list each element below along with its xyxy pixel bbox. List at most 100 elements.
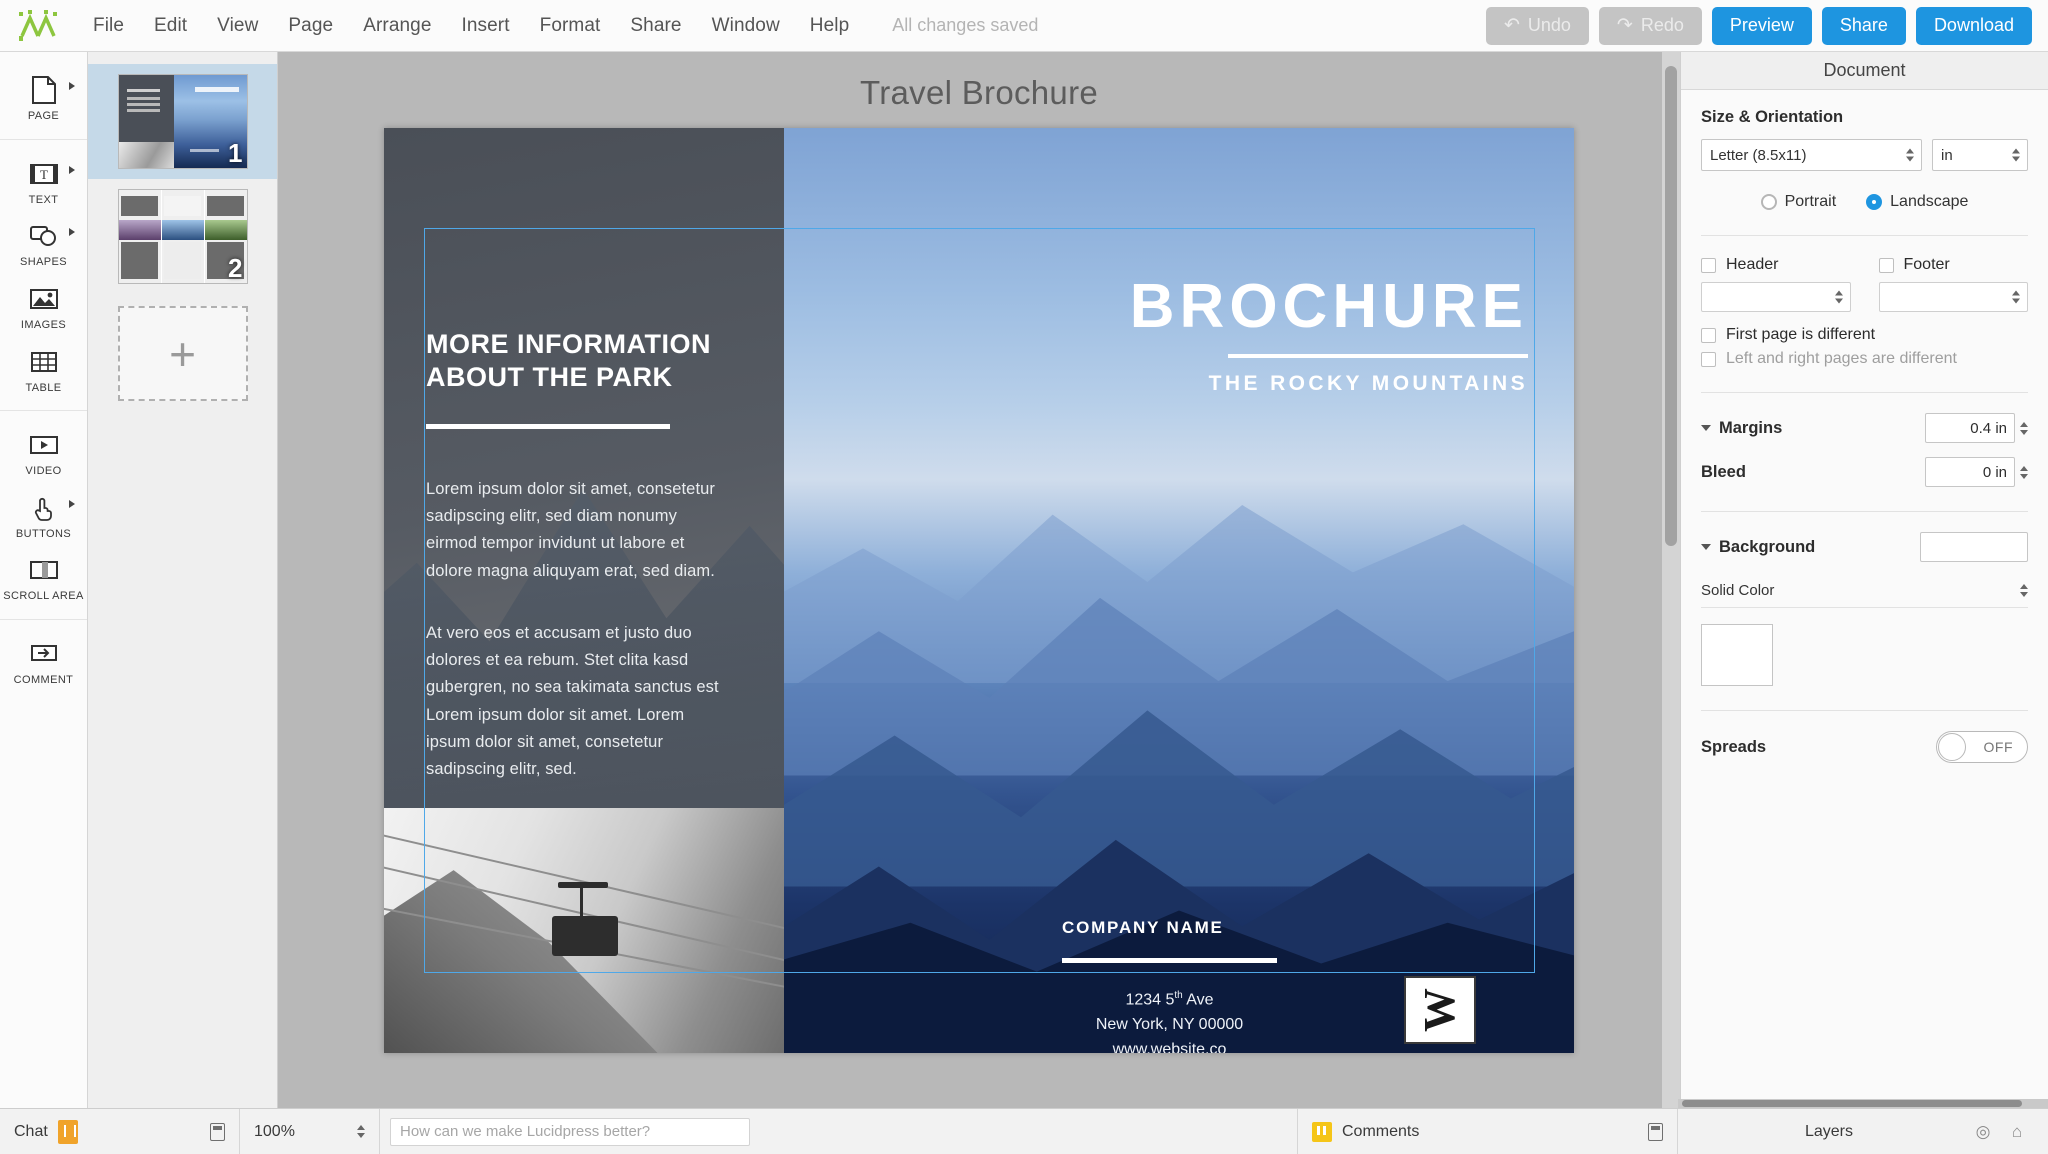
menu-edit[interactable]: Edit [139,9,202,43]
bleed-input[interactable]: 0 in [1925,457,2015,487]
bleed-stepper-icon[interactable] [2020,465,2028,479]
units-select[interactable]: in [1932,139,2028,171]
company-name-text[interactable]: COMPANY NAME [1062,918,1224,938]
company-address-block[interactable]: 1234 5th Ave New York, NY 00000 www.webs… [1062,988,1277,1053]
orientation-landscape-radio[interactable]: Landscape [1866,193,1968,211]
brochure-info-heading-line1: MORE INFORMATION [426,329,711,359]
margins-stepper-icon[interactable] [2020,421,2028,435]
comments-panel-toggle[interactable]: Comments [1298,1109,1678,1154]
footer-checkbox[interactable] [1878,257,1894,273]
chevron-right-icon [69,165,75,174]
redo-button[interactable]: ↷ Redo [1598,6,1702,45]
footer-checkbox-row[interactable]: Footer [1878,256,2029,274]
document-title[interactable]: Travel Brochure [860,74,1098,112]
tool-table[interactable]: TABLE [0,338,87,401]
save-status-text: All changes saved [892,15,1039,35]
svg-text:T: T [40,167,48,182]
canvas-horizontal-scrollbar[interactable] [1678,1099,2048,1108]
background-fill-type-select[interactable]: Solid Color [1701,576,2028,608]
brochure-info-heading[interactable]: MORE INFORMATION ABOUT THE PARK [426,328,711,394]
header-checkbox[interactable] [1701,257,1716,273]
footer-size-field[interactable] [1878,282,2028,312]
lock-icon[interactable]: ⌂ [2000,1122,2034,1142]
tool-text[interactable]: T TEXT [0,150,87,213]
horizontal-scrollbar-thumb[interactable] [1682,1100,2023,1107]
left-right-different-label: Left and right pages are different [1726,350,1957,367]
undo-button[interactable]: ↶ Undo [1485,6,1589,45]
layers-panel-bar[interactable]: Layers ◎ ⌂ [1678,1099,2048,1154]
chevron-right-icon [69,228,75,237]
brochure-cover-panel[interactable]: BROCHURE THE ROCKY MOUNTAINS COMPANY NAM… [784,128,1574,1053]
menu-arrange[interactable]: Arrange [348,9,446,43]
menu-view[interactable]: View [202,9,273,43]
brochure-paragraph-2[interactable]: At vero eos et accusam et justo duo dolo… [426,620,731,783]
comments-icon [1312,1121,1332,1142]
margins-accordion-toggle[interactable]: Margins [1701,419,1782,438]
tool-scroll-area[interactable]: SCROLL AREA [0,546,87,609]
menu-window[interactable]: Window [697,9,795,43]
page-thumbnail-2[interactable]: 2 [117,189,248,284]
background-color-swatch[interactable] [1701,624,1773,686]
brochure-cover-subtitle[interactable]: THE ROCKY MOUNTAINS [1209,372,1528,396]
brochure-paragraph-1[interactable]: Lorem ipsum dolor sit amet, consetetur s… [426,476,731,585]
background-preview-swatch[interactable] [1920,532,2028,562]
page-size-row: Letter (8.5x11) in [1701,139,2028,171]
tool-shapes[interactable]: SHAPES [0,212,87,275]
footer-stepper-icon [2012,290,2020,304]
first-page-different-row[interactable]: First page is different [1701,326,2028,344]
document-page-canvas[interactable]: MORE INFORMATION ABOUT THE PARK Lorem ip… [384,128,1574,1053]
tool-video[interactable]: VIDEO [0,421,87,484]
divider-1 [1701,235,2028,236]
brochure-cover-title[interactable]: BROCHURE [1130,276,1528,338]
menu-page[interactable]: Page [273,9,348,43]
panel-toggle-icon[interactable] [210,1122,225,1141]
divider-2 [1701,392,2028,393]
preview-button[interactable]: Preview [1711,6,1812,45]
eye-icon[interactable]: ◎ [1966,1122,2000,1142]
background-accordion-toggle[interactable]: Background [1701,538,1815,557]
menu-format[interactable]: Format [525,9,616,43]
first-page-different-label: First page is different [1726,326,1876,343]
menu-insert[interactable]: Insert [446,9,524,43]
chat-panel-toggle[interactable]: Chat [0,1109,240,1154]
menu-share[interactable]: Share [615,9,696,43]
left-right-different-row[interactable]: Left and right pages are different [1701,350,2028,368]
orientation-portrait-radio[interactable]: Portrait [1760,193,1836,211]
canvas-scrollbar-thumb[interactable] [1665,66,1677,546]
menu-help[interactable]: Help [795,9,864,43]
canvas-vertical-scrollbar[interactable] [1662,52,1680,1108]
company-logo-mark[interactable]: W [1404,976,1476,1044]
thumb1-left-column [118,75,174,142]
panel-toggle-icon[interactable] [1648,1122,1663,1141]
page-thumbnail-1-wrapper[interactable]: 1 [88,64,277,179]
tool-comment[interactable]: COMMENT [0,630,87,693]
share-button[interactable]: Share [1821,6,1906,45]
radio-circle-icon [1760,194,1777,210]
tool-page[interactable]: PAGE [0,66,87,129]
page-thumbnail-2-wrapper[interactable]: 2 [88,179,277,294]
address-line-1: 1234 5th Ave [1125,990,1214,1009]
brochure-gondola-photo[interactable] [384,808,784,1053]
tool-buttons[interactable]: BUTTONS [0,484,87,547]
page-thumbnail-1[interactable]: 1 [117,74,248,169]
feedback-input[interactable]: How can we make Lucidpress better? [390,1117,750,1146]
spreads-toggle[interactable]: OFF [1936,731,2028,763]
header-checkbox-row[interactable]: Header [1701,256,1851,274]
tool-images[interactable]: IMAGES [0,275,87,338]
toggle-knob [1938,733,1966,761]
lucidpress-logo-icon[interactable] [16,6,60,46]
header-size-field[interactable] [1701,282,1851,312]
left-right-different-checkbox[interactable] [1701,351,1716,367]
page-size-select[interactable]: Letter (8.5x11) [1701,139,1922,171]
add-page-button[interactable]: + [117,306,248,401]
canvas-area: Travel Brochure MORE INFORMATION ABOUT T… [278,52,1680,1108]
first-page-different-checkbox[interactable] [1701,327,1716,343]
header-footer-row: Header Footer [1701,256,2028,312]
brochure-left-panel[interactable]: MORE INFORMATION ABOUT THE PARK Lorem ip… [384,128,784,1053]
zoom-select[interactable]: 100% [240,1109,380,1154]
chevron-down-icon [1701,425,1711,431]
margins-input[interactable]: 0.4 in [1925,413,2015,443]
download-button[interactable]: Download [1915,6,2032,45]
menu-file[interactable]: File [78,9,139,43]
undo-label: Undo [1527,15,1571,35]
